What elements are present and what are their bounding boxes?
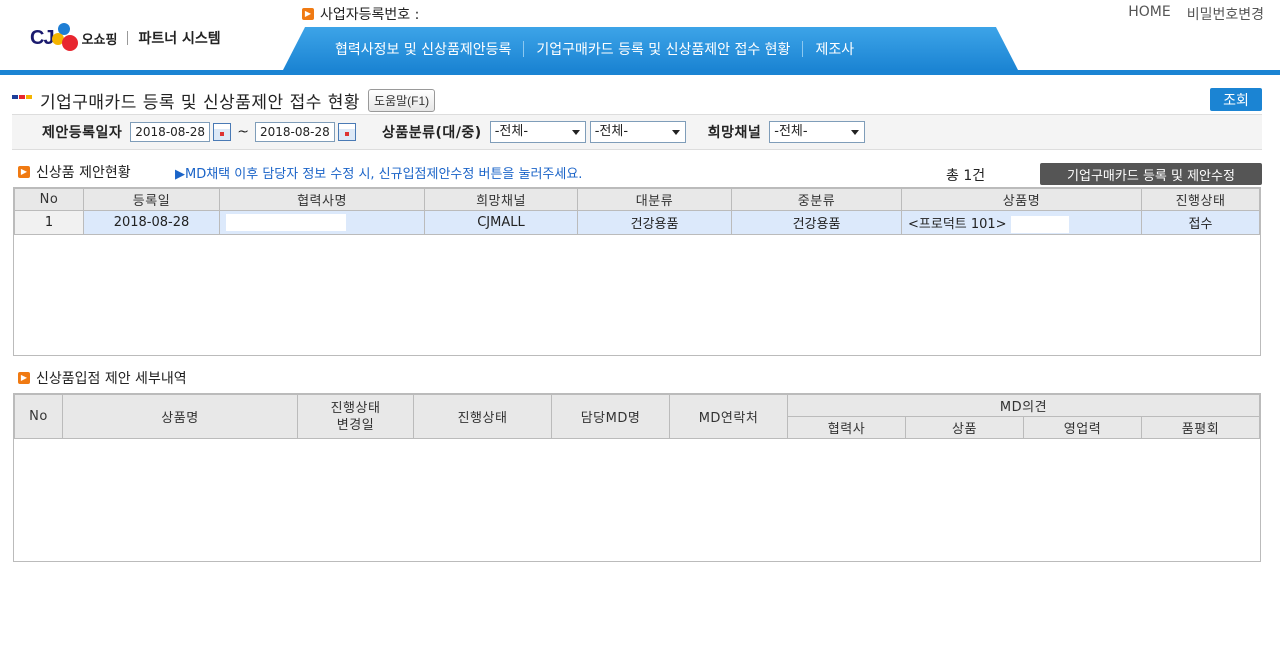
col-md-contact: MD연락처 <box>669 394 788 439</box>
total-count: 총 1건 <box>946 168 986 184</box>
col-no: No <box>14 394 63 439</box>
cell-date: 2018-08-28 <box>83 210 220 235</box>
date-label: 제안등록일자 <box>42 125 123 141</box>
header-divider <box>0 70 1280 75</box>
date-to-input[interactable]: 2018-08-28 <box>255 122 336 142</box>
col-status-date-line2: 변경일 <box>336 417 375 433</box>
search-filter: 제안등록일자 2018-08-28 ~ 2018-08-28 상품분류(대/중)… <box>12 114 1262 150</box>
col-mid-category: 중분류 <box>731 188 902 211</box>
cell-product: <프로덕트 101> <box>901 210 1142 235</box>
top-links: HOME 비밀번호변경 <box>1128 4 1264 24</box>
category-label: 상품분류(대/중) <box>382 125 482 141</box>
title-mark-icon <box>12 94 32 99</box>
col-partner: 협력사명 <box>219 188 425 211</box>
nav-card-status[interactable]: 기업구매카드 등록 및 신상품제안 접수 현황 <box>524 39 802 59</box>
bullet-icon: ▶ <box>302 8 314 20</box>
col-md: 담당MD명 <box>551 394 670 439</box>
proposal-section-title: 신상품 제안현황 <box>36 165 131 181</box>
category-mid-select[interactable]: -전체- <box>589 121 686 143</box>
col-status-date: 진행상태 변경일 <box>297 394 414 439</box>
col-large-category: 대분류 <box>577 188 732 211</box>
main-nav: 협력사정보 및 신상품제안등록 기업구매카드 등록 및 신상품제안 접수 현황 … <box>283 27 1018 70</box>
col-md-opinion: MD의견 <box>787 394 1260 417</box>
cell-mid-category: 건강용품 <box>731 210 902 235</box>
col-opinion-sales: 영업력 <box>1023 416 1142 439</box>
cell-no: 1 <box>14 210 84 235</box>
col-status: 진행상태 <box>413 394 552 439</box>
logo-cj-text: CJ <box>30 26 55 49</box>
page-title: 기업구매카드 등록 및 신상품제안 접수 현황 <box>40 93 361 113</box>
header: CJ 오쇼핑 파트너 시스템 ▶ 사업자등록번호 : HOME 비밀번호변경 협… <box>0 0 1280 78</box>
logo-divider <box>127 31 129 45</box>
channel-label: 희망채널 <box>707 125 762 141</box>
redacted-partner <box>226 214 346 231</box>
md-notice: ▶MD채택 이후 담당자 정보 수정 시, 신규입점제안수정 버튼을 눌러주세요… <box>175 167 583 182</box>
col-opinion-product: 상품 <box>905 416 1024 439</box>
help-button[interactable]: 도움말(F1) <box>368 89 436 112</box>
product-name: <프로덕트 101> <box>908 216 1007 232</box>
detail-section-header: ▶ 신상품입점 제안 세부내역 <box>18 368 187 388</box>
cell-status: 접수 <box>1141 210 1260 235</box>
col-date: 등록일 <box>83 188 220 211</box>
calendar-icon[interactable] <box>338 123 357 141</box>
business-number-label: 사업자등록번호 : <box>320 7 420 23</box>
category-large-select[interactable]: -전체- <box>489 121 586 143</box>
nav-manufacturer[interactable]: 제조사 <box>803 39 866 59</box>
bullet-icon: ▶ <box>18 372 30 384</box>
cell-partner <box>219 210 425 235</box>
col-status-date-line1: 진행상태 <box>330 400 381 416</box>
col-product: 상품명 <box>62 394 298 439</box>
cell-large-category: 건강용품 <box>577 210 732 235</box>
nav-partner-info[interactable]: 협력사정보 및 신상품제안등록 <box>323 39 523 59</box>
logo-dots-icon <box>51 21 78 55</box>
home-link[interactable]: HOME <box>1128 4 1170 24</box>
logo-partner-text: 파트너 시스템 <box>138 31 221 47</box>
calendar-icon[interactable] <box>213 123 232 141</box>
channel-select[interactable]: -전체- <box>769 121 866 143</box>
col-channel: 희망채널 <box>424 188 578 211</box>
col-opinion-review: 품평회 <box>1141 416 1260 439</box>
edit-proposal-button[interactable]: 기업구매카드 등록 및 제안수정 <box>1040 163 1262 185</box>
col-opinion-partner: 협력사 <box>787 416 906 439</box>
cj-oshopping-logo[interactable]: CJ 오쇼핑 파트너 시스템 <box>30 14 240 62</box>
change-password-link[interactable]: 비밀번호변경 <box>1187 4 1264 24</box>
title-bar: 기업구매카드 등록 및 신상품제안 접수 현황 도움말(F1) <box>12 88 436 113</box>
col-product: 상품명 <box>901 188 1142 211</box>
table-header-row: No 등록일 협력사명 희망채널 대분류 중분류 상품명 진행상태 <box>14 188 1260 211</box>
redacted-product <box>1010 215 1069 233</box>
proposal-table: No 등록일 협력사명 희망채널 대분류 중분류 상품명 진행상태 1 2018… <box>13 187 1261 356</box>
date-separator: ~ <box>237 124 250 140</box>
logo-shop-text: 오쇼핑 <box>81 32 118 48</box>
table-header-row: No 상품명 진행상태 변경일 진행상태 담당MD명 MD연락처 MD의견 <box>14 394 1260 439</box>
detail-section-title: 신상품입점 제안 세부내역 <box>36 371 187 387</box>
date-from-input[interactable]: 2018-08-28 <box>130 122 211 142</box>
proposal-section-header: ▶ 신상품 제안현황 <box>18 162 131 182</box>
table-row[interactable]: 1 2018-08-28 CJMALL 건강용품 건강용품 <프로덕트 101>… <box>14 210 1260 235</box>
detail-table: No 상품명 진행상태 변경일 진행상태 담당MD명 MD연락처 MD의견 협력사… <box>13 393 1261 562</box>
col-no: No <box>14 188 84 211</box>
search-button[interactable]: 조회 <box>1210 88 1262 111</box>
col-status: 진행상태 <box>1141 188 1260 211</box>
bullet-icon: ▶ <box>18 166 30 178</box>
cell-channel: CJMALL <box>424 210 578 235</box>
business-number: ▶ 사업자등록번호 : <box>302 4 419 24</box>
